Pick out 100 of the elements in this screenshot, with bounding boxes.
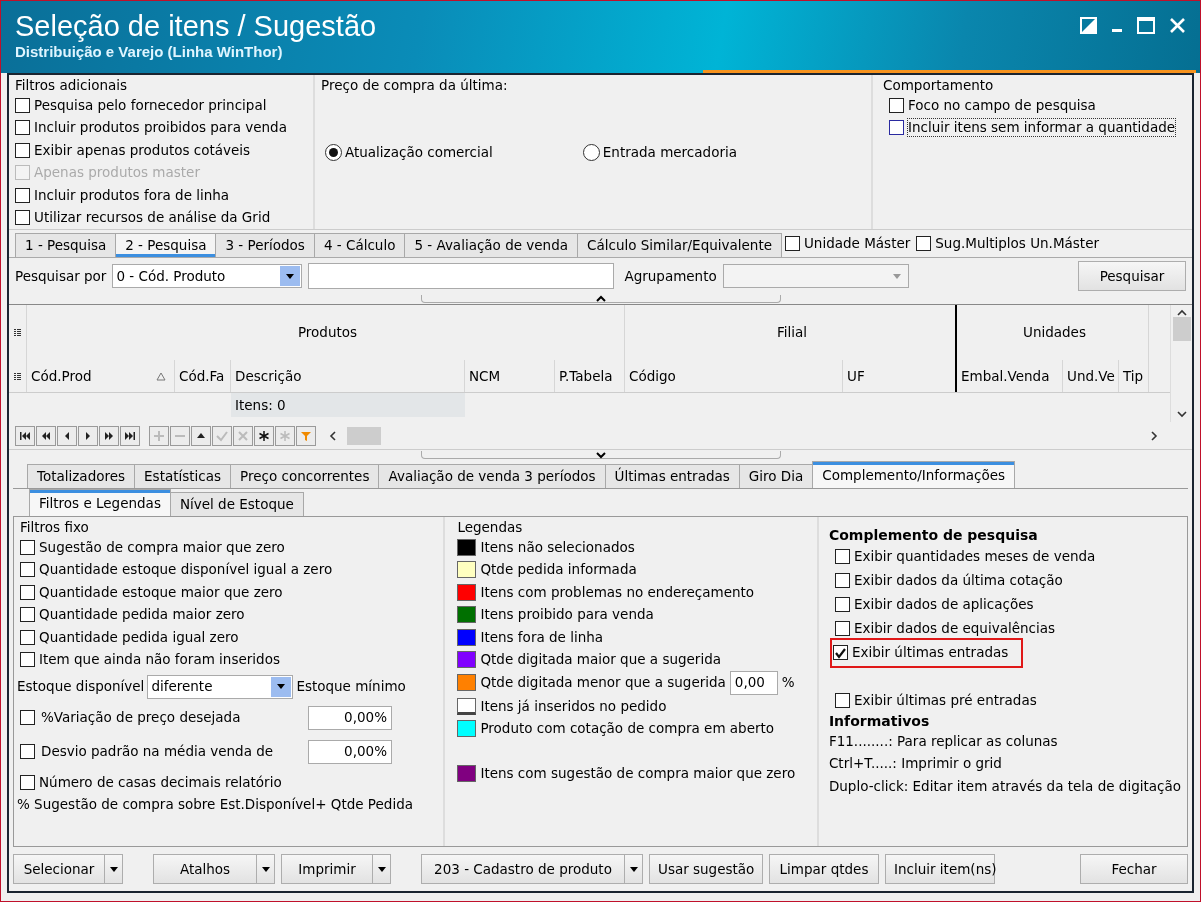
scrollbar-thumb[interactable]	[347, 426, 381, 445]
scroll-down-icon[interactable]	[1176, 410, 1187, 418]
column-header[interactable]: NCM	[465, 360, 555, 392]
tab[interactable]: 3 - Períodos	[215, 233, 315, 257]
column-header[interactable]: Embal.Venda	[957, 360, 1063, 392]
column-header[interactable]: Tip	[1119, 360, 1149, 392]
action-button[interactable]: Atalhos	[153, 854, 257, 884]
asterisk-button[interactable]	[254, 425, 274, 446]
checkbox[interactable]	[889, 97, 904, 113]
tab[interactable]: Giro Dia	[738, 464, 814, 488]
tolerance-field[interactable]: 0,00	[729, 670, 778, 695]
splitter-handle[interactable]	[420, 295, 781, 303]
action-button[interactable]: Usar sugestão	[649, 854, 763, 884]
radio-button[interactable]	[325, 143, 342, 161]
checkbox[interactable]	[20, 774, 35, 790]
checkbox[interactable]	[20, 710, 35, 726]
next-button[interactable]	[78, 425, 98, 446]
tab[interactable]: Preço concorrentes	[230, 464, 380, 488]
previous-button[interactable]	[57, 425, 77, 446]
stock-dropdown[interactable]: diferente	[147, 674, 294, 699]
column-header[interactable]: Código	[625, 360, 843, 392]
checkbox[interactable]	[20, 562, 35, 578]
checkbox[interactable]	[20, 539, 35, 555]
checkbox[interactable]	[20, 629, 35, 645]
checkbox[interactable]	[834, 573, 850, 588]
checkbox-label: Exibir apenas produtos cotáveis	[34, 141, 251, 159]
maximize-icon[interactable]	[1137, 17, 1155, 34]
checkbox[interactable]	[20, 744, 35, 760]
checkbox[interactable]	[20, 607, 35, 623]
tab[interactable]: Filtros e Legendas	[29, 489, 171, 516]
product-search-dropdown[interactable]: 0 - Cód. Produto	[112, 264, 303, 288]
checkbox[interactable]	[15, 187, 30, 203]
column-header[interactable]: Cód.Prod	[27, 360, 175, 392]
action-button[interactable]: Fechar	[1080, 854, 1188, 884]
search-field[interactable]	[308, 263, 615, 289]
column-menu-icon[interactable]	[13, 371, 22, 381]
radio-button[interactable]	[582, 143, 600, 161]
last-button[interactable]	[120, 425, 140, 446]
checkbox[interactable]	[15, 97, 30, 113]
tab[interactable]: Avaliação de venda 3 períodos	[378, 464, 606, 488]
column-header[interactable]: UF	[843, 360, 957, 392]
tab[interactable]: 2 - Pesquisa	[115, 233, 217, 257]
tab[interactable]: Cálculo Similar/Equivalente	[577, 233, 782, 257]
tab[interactable]: 5 - Avaliação de venda	[404, 233, 579, 257]
checkbox[interactable]	[834, 597, 850, 612]
close-icon[interactable]	[1169, 17, 1186, 34]
checkbox[interactable]	[916, 236, 932, 251]
column-header[interactable]: Descrição	[231, 360, 465, 392]
scroll-left-icon[interactable]	[329, 430, 337, 441]
first-button[interactable]	[15, 425, 35, 446]
tab[interactable]: 1 - Pesquisa	[15, 233, 117, 257]
splitter-handle[interactable]	[420, 451, 781, 459]
column-header[interactable]: Cód.Fa	[175, 360, 231, 392]
dropdown-button[interactable]	[625, 854, 643, 884]
action-button[interactable]: Incluir item(ns)	[885, 854, 995, 884]
checkbox[interactable]	[834, 549, 850, 564]
checkbox[interactable]	[834, 693, 850, 708]
column-header[interactable]: P.Tabela	[555, 360, 625, 392]
restore-icon[interactable]	[1080, 17, 1097, 34]
checkbox[interactable]	[20, 652, 35, 668]
tab[interactable]: Complemento/Informações	[812, 461, 1016, 488]
column-menu-icon[interactable]	[13, 328, 22, 337]
search-button[interactable]: Pesquisar	[1078, 261, 1186, 291]
action-button[interactable]: Selecionar	[13, 854, 105, 884]
tab[interactable]: Totalizadores	[27, 464, 136, 488]
checkbox[interactable]	[785, 236, 800, 251]
dropdown-button[interactable]	[373, 854, 391, 884]
dropdown-button[interactable]	[257, 854, 275, 884]
action-button[interactable]: 203 - Cadastro de produto	[421, 854, 625, 884]
dropdown-arrow-icon	[285, 272, 296, 280]
percent-field[interactable]: 0,00%	[308, 739, 392, 764]
next-page-button[interactable]	[99, 425, 119, 446]
plus-icon	[152, 428, 166, 443]
tab[interactable]: Últimas entradas	[604, 464, 740, 488]
previous-page-button[interactable]	[36, 425, 56, 446]
check-button[interactable]	[212, 425, 232, 446]
action-button[interactable]: Limpar qtdes	[769, 854, 879, 884]
vertical-scrollbar[interactable]	[1170, 305, 1192, 422]
scroll-right-icon[interactable]	[1150, 430, 1158, 441]
checkbox[interactable]	[15, 210, 30, 226]
note-text: % Sugestão de compra sobre Est.Disponível+ Qtde Pedida	[17, 795, 414, 815]
scrollbar-thumb[interactable]	[1172, 317, 1191, 341]
window-subtitle: Distribuição e Varejo (Linha WinThor)	[15, 43, 284, 63]
checkbox-label: Sug.Multiplos Un.Máster	[935, 235, 1100, 252]
tab[interactable]: Nível de Estoque	[169, 492, 304, 516]
tab[interactable]: 4 - Cálculo	[313, 233, 406, 257]
column-header[interactable]: Und.Ve	[1063, 360, 1119, 392]
tab[interactable]: Estatísticas	[134, 464, 232, 488]
info-text: Duplo-click: Editar item através da tela de digitação	[828, 776, 1181, 796]
checkbox[interactable]	[15, 120, 30, 136]
checkbox[interactable]	[20, 584, 35, 600]
percent-field[interactable]: 0,00%	[308, 705, 392, 730]
checkbox[interactable]	[834, 621, 850, 636]
checkbox[interactable]	[15, 142, 30, 158]
triangle-up-button[interactable]	[191, 425, 211, 446]
action-button[interactable]: Imprimir	[281, 854, 373, 884]
checkbox[interactable]	[889, 120, 904, 136]
checkbox[interactable]	[832, 645, 848, 660]
dropdown-button[interactable]	[105, 854, 123, 884]
scroll-up-icon[interactable]	[1176, 309, 1187, 317]
